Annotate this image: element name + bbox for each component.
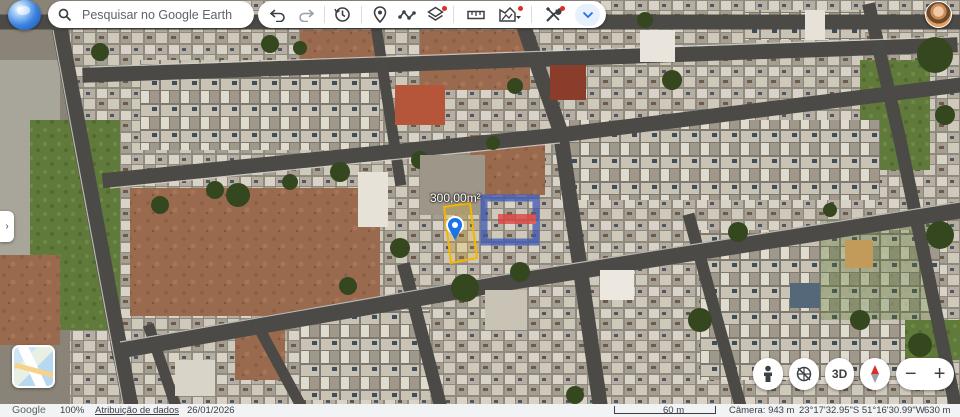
add-placemark-button[interactable] [366, 1, 394, 28]
redo-icon [299, 8, 314, 22]
chevron-down-icon [582, 11, 593, 18]
undo-button[interactable] [264, 1, 292, 28]
expand-panel-button[interactable]: › [0, 211, 14, 242]
scale-bar [614, 406, 716, 414]
reset-tilt-icon [796, 366, 811, 382]
layers-icon [426, 6, 444, 21]
toolbar [258, 1, 606, 28]
toolbar-divider [453, 6, 455, 23]
collapse-toolbar-button[interactable] [575, 3, 601, 26]
notification-dot [442, 6, 448, 11]
redo-button[interactable] [292, 1, 320, 28]
map-style-button[interactable] [493, 1, 528, 28]
search-icon [48, 8, 82, 22]
compass-icon [871, 365, 880, 383]
parcel-outline[interactable] [442, 201, 479, 265]
zoom-out-button[interactable]: − [899, 358, 923, 390]
measure-button[interactable] [458, 1, 493, 28]
status-bar: Google 100% Atribuição de dados 26/01/20… [0, 404, 960, 417]
add-path-button[interactable] [394, 1, 422, 28]
path-icon [398, 9, 417, 20]
user-avatar[interactable] [925, 1, 952, 28]
street-view-button[interactable] [753, 358, 783, 390]
map-controls: 3D − + [753, 358, 955, 392]
history-icon [334, 7, 350, 22]
notification-dot [517, 6, 523, 11]
undo-icon [269, 8, 285, 22]
google-logo: Google [12, 404, 46, 416]
search-bar[interactable] [48, 1, 254, 28]
map-layer-thumbnail[interactable] [12, 345, 55, 388]
imagery-date: 26/01/2026 [187, 405, 235, 416]
view-3d-button[interactable]: 3D [824, 358, 855, 390]
compass-button[interactable] [860, 358, 891, 390]
toolbar-divider [323, 6, 325, 23]
layers-button[interactable] [421, 1, 449, 28]
parcel-area-label: 300,00m² [430, 191, 481, 205]
zoom-in-button[interactable]: + [928, 358, 952, 390]
data-attribution-link[interactable]: Atribuição de dados [95, 405, 179, 416]
cursor-coordinates: 23°17'32.95"S 51°16'30.99"W [799, 405, 925, 416]
toolbar-divider [360, 6, 362, 23]
search-input[interactable] [82, 7, 242, 22]
pegman-icon [763, 365, 772, 382]
notification-dot [560, 6, 566, 11]
elevation: 630 m [924, 405, 951, 416]
toolbar-divider [531, 6, 533, 23]
history-button[interactable] [329, 1, 357, 28]
placemark-icon [373, 6, 386, 23]
earth-menu-globe-icon[interactable] [8, 0, 41, 30]
ruler-icon [466, 10, 485, 19]
chevron-right-icon: › [5, 221, 9, 232]
tools-button[interactable] [536, 1, 571, 28]
camera-altitude: Câmera: 943 m [729, 405, 795, 416]
zoom-level: 100% [60, 405, 85, 416]
reset-tilt-button[interactable] [788, 358, 819, 390]
zoom-control: − + [896, 358, 955, 390]
